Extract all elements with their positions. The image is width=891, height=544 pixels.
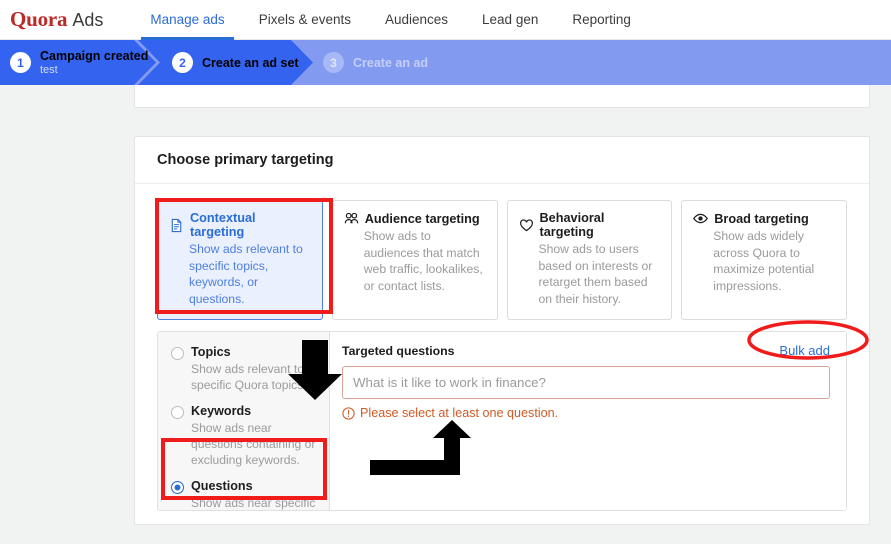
tab-manage-ads[interactable]: Manage ads (133, 0, 241, 40)
choose-primary-targeting-card: Choose primary targeting Contextua (134, 136, 870, 525)
topics-label: Topics (191, 345, 318, 360)
step-1-campaign-created[interactable]: 1 Campaign created test (10, 40, 148, 85)
tab-lead-gen[interactable]: Lead gen (465, 0, 555, 40)
targeted-questions-panel: Targeted questions Bulk add Please s (330, 332, 846, 510)
heart-icon (519, 218, 534, 233)
broad-targeting-card[interactable]: Broad targeting Show ads widely across Q… (681, 200, 847, 320)
questions-error-row: Please select at least one question. (342, 406, 830, 420)
people-icon (344, 211, 359, 226)
tab-audiences[interactable]: Audiences (368, 0, 465, 40)
step-1-subtitle: test (40, 63, 148, 77)
step-2-title: Create an ad set (202, 56, 299, 70)
step-3-title: Create an ad (353, 56, 428, 70)
step-2-number: 2 (172, 52, 193, 73)
questions-label: Questions (191, 479, 318, 494)
exclamation-circle-icon (342, 407, 355, 420)
step-1-title: Campaign created (40, 49, 148, 63)
document-icon (169, 218, 184, 233)
questions-description: Show ads near specific questions. (191, 495, 318, 511)
top-navigation-bar: Quora Ads Manage ads Pixels & events Aud… (0, 0, 891, 40)
behavioral-targeting-title: Behavioral targeting (540, 211, 660, 239)
step-3-number: 3 (323, 52, 344, 73)
targeting-detail-panel: Topics Show ads relevant to specific Quo… (157, 331, 847, 511)
keywords-description: Show ads near questions containing or ex… (191, 420, 318, 468)
nav-tab-list: Manage ads Pixels & events Audiences Lea… (133, 0, 648, 40)
keywords-radio-button[interactable] (171, 406, 184, 419)
audience-targeting-title: Audience targeting (365, 212, 480, 226)
behavioral-targeting-description: Show ads to users based on interests or … (539, 241, 660, 307)
tab-reporting[interactable]: Reporting (555, 0, 648, 40)
questions-radio-option[interactable]: Questions Show ads near specific questio… (171, 479, 318, 511)
audience-targeting-card[interactable]: Audience targeting Show ads to audiences… (332, 200, 498, 320)
tab-pixels-events[interactable]: Pixels & events (242, 0, 368, 40)
targeting-type-list: Contextual targeting Show ads relevant t… (157, 200, 847, 320)
bulk-add-link[interactable]: Bulk add (779, 343, 830, 358)
brand-name-quora: Quora (10, 7, 67, 32)
brand-name-ads: Ads (72, 10, 103, 31)
page-title: Choose primary targeting (157, 152, 333, 168)
targeted-questions-label: Targeted questions (342, 344, 455, 358)
page-root: Quora Ads Manage ads Pixels & events Aud… (0, 0, 891, 544)
step-1-number: 1 (10, 52, 31, 73)
broad-targeting-title: Broad targeting (714, 212, 808, 226)
questions-radio-button[interactable] (171, 481, 184, 494)
contextual-targeting-description: Show ads relevant to specific topics, ke… (189, 241, 310, 307)
previous-section-card (134, 85, 870, 108)
card-body: Contextual targeting Show ads relevant t… (135, 184, 869, 511)
audience-targeting-description: Show ads to audiences that match web tra… (364, 228, 485, 294)
topics-radio-button[interactable] (171, 347, 184, 360)
card-header: Choose primary targeting (135, 137, 869, 184)
questions-error-message: Please select at least one question. (360, 406, 558, 420)
behavioral-targeting-card[interactable]: Behavioral targeting Show ads to users b… (507, 200, 673, 320)
topics-radio-option[interactable]: Topics Show ads relevant to specific Quo… (171, 345, 318, 393)
broad-targeting-description: Show ads widely across Quora to maximize… (713, 228, 834, 294)
contextual-targeting-card[interactable]: Contextual targeting Show ads relevant t… (157, 200, 323, 320)
eye-icon (693, 211, 708, 226)
keywords-label: Keywords (191, 404, 318, 419)
campaign-progress-stepper: 1 Campaign created test 2 Create an ad s… (0, 40, 891, 85)
contextual-targeting-title: Contextual targeting (190, 211, 310, 239)
targeted-questions-input[interactable] (342, 366, 830, 399)
step-2-create-ad-set[interactable]: 2 Create an ad set (172, 40, 299, 85)
step-3-create-an-ad[interactable]: 3 Create an ad (323, 40, 428, 85)
brand-logo[interactable]: Quora Ads (10, 7, 103, 32)
keywords-radio-option[interactable]: Keywords Show ads near questions contain… (171, 404, 318, 468)
contextual-subtype-list: Topics Show ads relevant to specific Quo… (158, 332, 330, 510)
topics-description: Show ads relevant to specific Quora topi… (191, 361, 318, 393)
